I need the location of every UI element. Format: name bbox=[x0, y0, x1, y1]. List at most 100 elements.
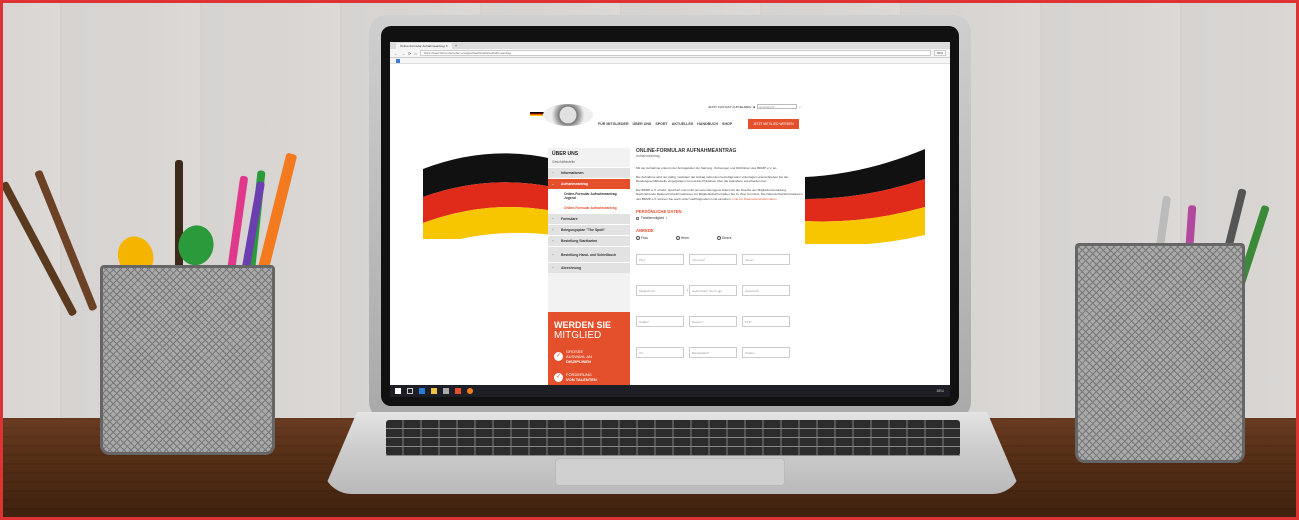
sidebar-item-formulare[interactable]: + Formulare bbox=[548, 213, 630, 224]
forward-icon[interactable]: → bbox=[401, 51, 405, 56]
laptop-trackpad bbox=[555, 458, 785, 486]
sidebar-item-belegungsplan[interactable]: + Belegungsplan "The Spott" bbox=[548, 224, 630, 235]
radio-herrn[interactable]: Herrn bbox=[675, 236, 689, 240]
city-field[interactable]: Ort bbox=[636, 347, 684, 358]
title-field[interactable]: Titel bbox=[636, 254, 684, 265]
intro-paragraph: Die Aufnahme wird nur gültig, nachdem de… bbox=[636, 174, 789, 184]
sidebar-item-label: Bestellung Hand- und Schießbuch bbox=[561, 252, 617, 257]
page-subtitle: Aufnahmeantrag bbox=[636, 154, 660, 158]
sidebar-item-aufnahmeantrag[interactable]: – Aufnahmeantrag bbox=[548, 178, 630, 189]
become-member-button[interactable]: JETZT MITGLIED WERDEN bbox=[748, 119, 799, 129]
phone-field[interactable]: Telefon bbox=[742, 347, 790, 358]
plus-icon: + bbox=[552, 266, 554, 270]
search-icon[interactable]: ⌕ bbox=[799, 105, 801, 109]
plus-icon: + bbox=[552, 252, 554, 257]
plus-icon: + bbox=[552, 171, 554, 175]
privacy-paragraph: Die BDMP e.V. erhebt, speichert und nutz… bbox=[636, 187, 803, 201]
bookmark-icon[interactable] bbox=[396, 59, 400, 63]
mail-icon[interactable]: ■ bbox=[753, 105, 755, 109]
mesh-pencil-cup bbox=[100, 265, 275, 455]
plus-icon: + bbox=[552, 228, 554, 232]
sidebar-item-label: Formulare bbox=[561, 217, 578, 221]
nav-item[interactable]: ÜBER UNS bbox=[633, 122, 652, 126]
form-fields: Titel Vorname* Name* Mitglieds-Nr. i Gebu… bbox=[636, 254, 806, 358]
plus-icon: + bbox=[552, 217, 554, 221]
sidebar-item-startkarten[interactable]: + Bestellung Startkarten bbox=[548, 235, 630, 246]
main-navigation: FÜR MITGLIEDER ÜBER UNS SPORT AKTUELLES … bbox=[598, 122, 732, 126]
sidebar: ÜBER UNS Geschäftsstelle + Informationen … bbox=[548, 148, 630, 397]
windows-start-icon[interactable] bbox=[395, 388, 401, 394]
sidebar-subitem-jugend[interactable]: Online-Formular Aufnahmeantrag Jugend bbox=[548, 189, 630, 203]
mesh-pencil-cup bbox=[1075, 243, 1245, 463]
sidebar-item-label: Informationen bbox=[561, 171, 584, 175]
street-field[interactable]: Straße* bbox=[636, 316, 684, 327]
checkbox-box[interactable] bbox=[636, 216, 639, 220]
search-input[interactable]: Suchbegriff ... bbox=[757, 104, 798, 109]
housenumber-field[interactable]: Hausnr.* bbox=[689, 316, 737, 327]
german-flag-right bbox=[805, 149, 925, 244]
system-tray[interactable]: DEU bbox=[937, 389, 950, 393]
info-icon[interactable]: i bbox=[687, 288, 688, 292]
privacy-link[interactable]: Link zur Datenschutzinformation bbox=[732, 197, 776, 201]
home-icon[interactable]: ⌂ bbox=[414, 51, 416, 56]
benefit-text: GROSSE AUSWAHL AN DISZIPLINEN bbox=[566, 349, 592, 364]
new-tab-button[interactable]: + bbox=[455, 43, 457, 48]
zip-field[interactable]: PLZ* bbox=[742, 316, 790, 327]
promo-line1: WERDEN SIE bbox=[554, 320, 612, 330]
salutation-radios: Frau Herrn Divers bbox=[636, 236, 806, 240]
birthplace-field[interactable]: Geburtsort bbox=[742, 285, 790, 296]
radio-divers[interactable]: Divers bbox=[717, 236, 731, 240]
store-icon[interactable] bbox=[443, 388, 449, 394]
url-input[interactable]: https://www.bdmp.de/ueber-uns/geschaefts… bbox=[419, 50, 931, 56]
sidebar-item-label: Bestellung Startkarten bbox=[561, 239, 598, 243]
reload-icon[interactable]: ⟳ bbox=[408, 51, 411, 56]
edge-icon[interactable] bbox=[419, 388, 425, 394]
state-select[interactable]: Bundesland* bbox=[689, 347, 737, 358]
firstname-field[interactable]: Vorname* bbox=[689, 254, 737, 265]
family-member-checkbox[interactable]: Familienmitglied i bbox=[636, 216, 806, 220]
check-icon: ✓ bbox=[554, 372, 563, 382]
sidebar-item-label: Belegungsplan "The Spott" bbox=[561, 228, 606, 232]
lastname-field[interactable]: Name* bbox=[742, 254, 790, 265]
sidebar-item-informationen[interactable]: + Informationen bbox=[548, 167, 630, 178]
radio-frau[interactable]: Frau bbox=[636, 236, 648, 240]
search-icon[interactable] bbox=[407, 388, 413, 394]
nav-item[interactable]: FÜR MITGLIEDER bbox=[598, 122, 629, 126]
sidebar-subtitle: Geschäftsstelle bbox=[552, 160, 576, 164]
section-heading-salutation: ANREDE bbox=[636, 228, 654, 233]
nav-item[interactable]: AKTUELLES bbox=[672, 122, 694, 126]
zoom-level[interactable]: 90% bbox=[933, 50, 946, 56]
main-content: ONLINE-FORMULAR AUFNAHMEANTRAG Aufnahmea… bbox=[636, 148, 806, 358]
promo-benefit: ✓ GROSSE AUSWAHL AN DISZIPLINEN bbox=[554, 349, 624, 364]
nav-item[interactable]: SHOP bbox=[722, 122, 732, 126]
back-icon[interactable]: ← bbox=[394, 51, 398, 56]
sidebar-item-abrechnung[interactable]: + Abrechnung bbox=[548, 262, 630, 273]
top-right-bar: JETZT KONTAKT AUFNEHMEN ■ Suchbegriff ..… bbox=[708, 104, 801, 109]
windows-taskbar: DEU bbox=[390, 385, 950, 397]
birthday-field[interactable]: Geburtstag* (tt.mm.jjjj) bbox=[689, 285, 737, 296]
address-bar-row: ← → ⟳ ⌂ https://www.bdmp.de/ueber-uns/ge… bbox=[390, 49, 950, 58]
office-icon[interactable] bbox=[455, 388, 461, 394]
sidebar-item-schiessbuch[interactable]: + Bestellung Hand- und Schießbuch bbox=[548, 246, 630, 262]
folder-icon[interactable] bbox=[431, 388, 437, 394]
check-icon: ✓ bbox=[554, 352, 563, 361]
plus-icon: + bbox=[552, 239, 554, 243]
promo-line2: MITGLIED bbox=[554, 330, 602, 341]
minus-icon: – bbox=[552, 182, 554, 186]
sidebar-item-label: Abrechnung bbox=[561, 266, 581, 270]
nav-item[interactable]: SPORT bbox=[655, 122, 667, 126]
sidebar-subitem-online-formular[interactable]: Online-Formular Aufnahmeantrag bbox=[548, 203, 630, 213]
bdmp-logo[interactable] bbox=[543, 104, 593, 126]
member-number-field[interactable]: Mitglieds-Nr. i bbox=[636, 285, 688, 296]
section-heading-personal: PERSÖNLICHE DATEN bbox=[636, 209, 682, 214]
contact-link[interactable]: JETZT KONTAKT AUFNEHMEN bbox=[708, 105, 751, 109]
info-icon[interactable]: i bbox=[666, 216, 667, 220]
laptop-screen: Online-Formular Aufnahmeantrag ✕ + ← → ⟳… bbox=[390, 42, 950, 397]
promo-benefit: ✓ FÖRDERUNG VON TALENTEN bbox=[554, 372, 624, 382]
nav-item[interactable]: HANDBUCH bbox=[697, 122, 718, 126]
browser-tab[interactable]: Online-Formular Aufnahmeantrag ✕ bbox=[396, 42, 452, 49]
firefox-icon[interactable] bbox=[467, 388, 473, 394]
laptop-keyboard bbox=[386, 420, 960, 456]
sidebar-item-label: Aufnahmeantrag bbox=[561, 182, 588, 186]
tab-title: Online-Formular Aufnahmeantrag ✕ bbox=[400, 43, 448, 48]
